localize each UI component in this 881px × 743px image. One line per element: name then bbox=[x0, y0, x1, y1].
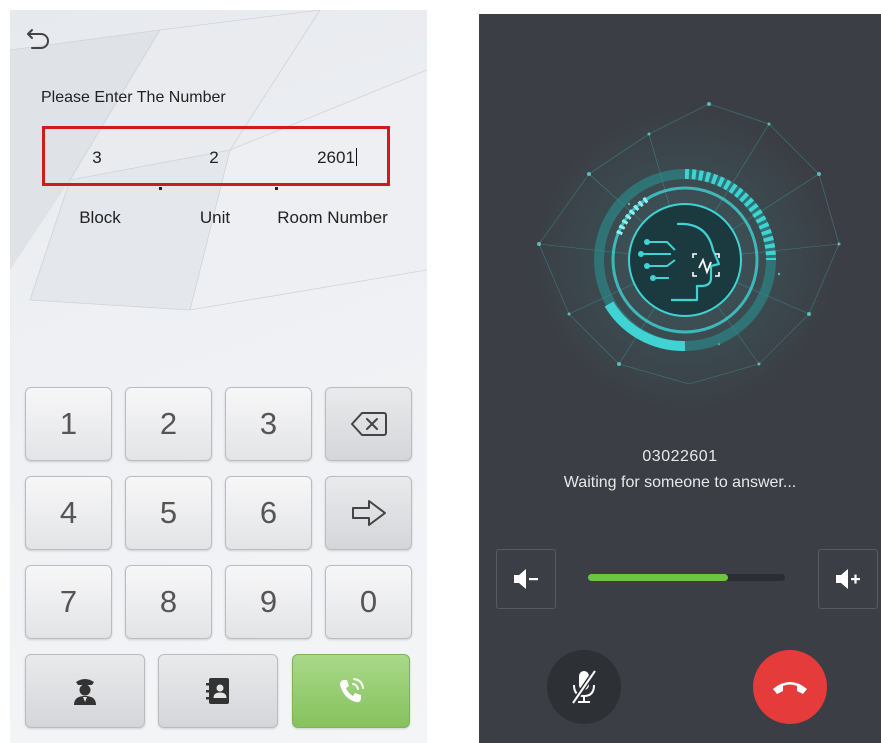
volume-up-icon bbox=[836, 569, 860, 589]
unit-input[interactable]: 2 bbox=[159, 148, 269, 168]
volume-slider[interactable] bbox=[588, 574, 785, 581]
key-1[interactable]: 1 bbox=[25, 387, 112, 461]
text-cursor bbox=[355, 148, 357, 166]
field-separator bbox=[275, 187, 278, 190]
call-button[interactable] bbox=[292, 654, 410, 728]
contacts-button[interactable] bbox=[158, 654, 278, 728]
key-4[interactable]: 4 bbox=[25, 476, 112, 550]
call-guard-button[interactable] bbox=[25, 654, 145, 728]
block-input[interactable]: 3 bbox=[42, 148, 152, 168]
dialed-number: 03022601 bbox=[642, 448, 718, 465]
call-status: Waiting for someone to answer... bbox=[563, 474, 797, 491]
hang-up-button[interactable] bbox=[753, 650, 827, 724]
next-button[interactable] bbox=[325, 476, 412, 550]
unit-label: Unit bbox=[199, 208, 231, 227]
key-3[interactable]: 3 bbox=[225, 387, 312, 461]
number-entry-screen: Please Enter The Number 3 2 2601 Block U… bbox=[10, 10, 427, 743]
volume-down-icon bbox=[514, 569, 538, 589]
key-2[interactable]: 2 bbox=[125, 387, 212, 461]
back-arrow-icon[interactable] bbox=[24, 24, 54, 54]
key-5[interactable]: 5 bbox=[125, 476, 212, 550]
block-label: Block bbox=[79, 208, 121, 227]
entry-prompt: Please Enter The Number bbox=[41, 89, 226, 106]
volume-level bbox=[588, 574, 728, 581]
room-number-value: 2601 bbox=[317, 148, 355, 167]
hang-up-icon bbox=[773, 682, 807, 694]
field-separator bbox=[159, 187, 162, 190]
mute-button[interactable] bbox=[547, 650, 621, 724]
calling-screen: 03022601 Waiting for someone to answer..… bbox=[479, 14, 881, 743]
ai-face-icon bbox=[628, 203, 742, 317]
contacts-book-icon bbox=[206, 678, 229, 704]
room-number-input[interactable]: 2601 bbox=[282, 148, 392, 168]
key-9[interactable]: 9 bbox=[225, 565, 312, 639]
key-6[interactable]: 6 bbox=[225, 476, 312, 550]
key-8[interactable]: 8 bbox=[125, 565, 212, 639]
background-network-pattern bbox=[10, 10, 427, 311]
key-7[interactable]: 7 bbox=[25, 565, 112, 639]
phone-call-icon bbox=[340, 678, 364, 703]
backspace-icon bbox=[350, 412, 387, 436]
volume-down-button[interactable] bbox=[496, 549, 556, 609]
volume-up-button[interactable] bbox=[818, 549, 878, 609]
key-0[interactable]: 0 bbox=[325, 565, 412, 639]
room-number-label: Room Number bbox=[277, 208, 388, 227]
microphone-muted-icon bbox=[570, 669, 598, 705]
next-arrow-icon bbox=[351, 500, 386, 526]
security-guard-icon bbox=[74, 679, 96, 705]
backspace-button[interactable] bbox=[325, 387, 412, 461]
